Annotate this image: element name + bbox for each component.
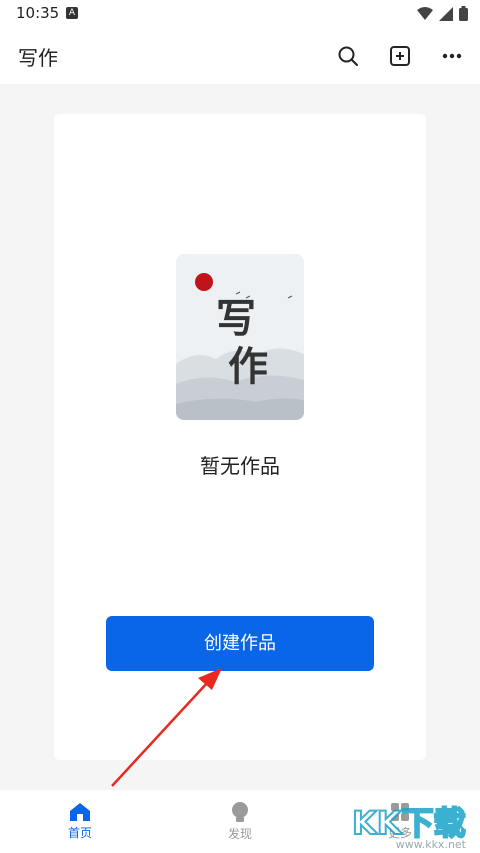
signal-icon (439, 6, 453, 21)
status-bar: 10:35 A (0, 0, 480, 28)
ink-landscape-image: 写 作 (176, 254, 304, 420)
nav-label-discover: 发现 (227, 827, 252, 841)
nav-item-discover[interactable]: 发现 (160, 790, 320, 853)
battery-icon (459, 6, 468, 21)
header-actions (334, 42, 466, 70)
svg-text:KK下载: KK下载 (352, 804, 466, 842)
notification-icon: A (66, 7, 78, 19)
create-work-button[interactable]: 创建作品 (106, 616, 374, 671)
search-icon (338, 46, 358, 66)
empty-state-text: 暂无作品 (200, 454, 280, 478)
nav-item-home[interactable]: 首页 (0, 790, 160, 853)
page: 10:35 A 写作 写 作 暂无作品 创建作品 首页 发现 更多 KK下载 w… (0, 0, 480, 853)
home-icon (70, 803, 90, 821)
illustration-char-2: 作 (228, 343, 268, 390)
wifi-icon (417, 6, 433, 20)
system-icons (417, 6, 468, 21)
lightbulb-icon (232, 802, 248, 822)
writing-illustration: 写 作 (176, 254, 304, 420)
watermark-url: www.kkx.net (395, 838, 466, 851)
more-button[interactable] (438, 42, 466, 70)
search-button[interactable] (334, 42, 362, 70)
add-button[interactable] (386, 42, 414, 70)
empty-works-card: 写 作 暂无作品 创建作品 (54, 114, 426, 760)
illustration-char-1: 写 (216, 295, 256, 342)
status-time: 10:35 (16, 4, 60, 22)
app-header: 写作 (0, 28, 480, 84)
page-title: 写作 (18, 46, 58, 70)
add-square-icon (390, 46, 410, 66)
nav-label-home: 首页 (67, 826, 92, 840)
more-dots-icon (442, 53, 462, 59)
